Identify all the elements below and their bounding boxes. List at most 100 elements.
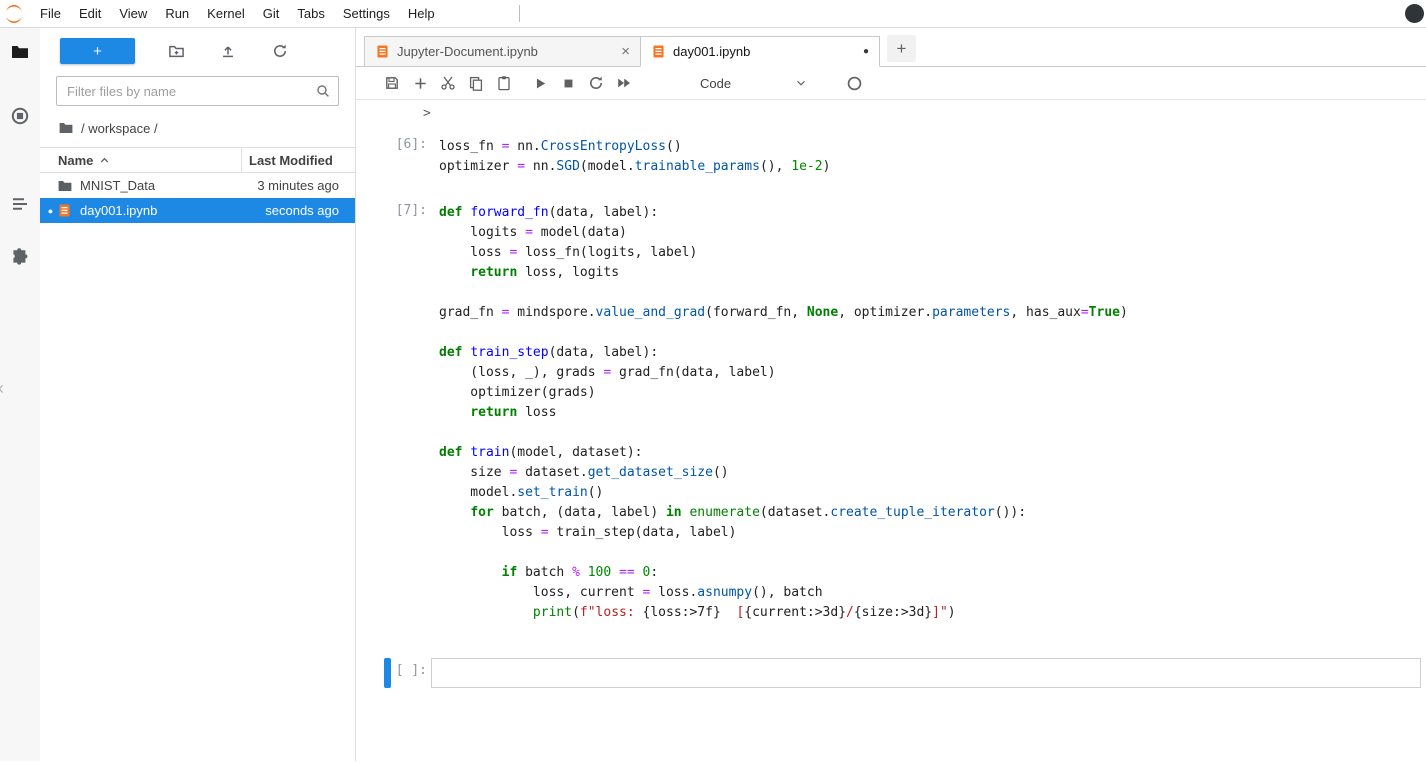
save-button[interactable] [378, 69, 406, 97]
chevron-down-icon [794, 76, 808, 90]
folder-icon [10, 42, 30, 64]
code-line: model.set_train() [439, 483, 1413, 503]
notebook-cell-0[interactable]: [6]:loss_fn = nn.CrossEntropyLoss()optim… [356, 132, 1426, 182]
user-avatar[interactable] [1405, 4, 1424, 23]
file-filter [56, 76, 339, 106]
list-icon [10, 194, 30, 216]
breadcrumb-path[interactable]: / workspace / [81, 121, 158, 136]
column-name-label: Name [58, 153, 93, 168]
code-line [439, 663, 1413, 683]
interrupt-kernel-button[interactable] [554, 69, 582, 97]
menu-run[interactable]: Run [156, 0, 198, 27]
search-icon [315, 83, 331, 99]
main-menu: FileEditViewRunKernelGitTabsSettingsHelp [31, 0, 444, 27]
refresh-button[interactable] [269, 40, 291, 62]
notebook-toolbar: Code [356, 67, 1426, 100]
sidebar-tab-extension-manager[interactable] [0, 246, 40, 268]
tab-label: Jupyter-Document.ipynb [397, 44, 614, 59]
code-line: return loss [439, 403, 1413, 423]
code-line: if batch % 100 == 0: [439, 563, 1413, 583]
folder-icon [58, 120, 74, 136]
save-icon [384, 75, 400, 91]
menu-file[interactable]: File [31, 0, 70, 27]
file-row-day001-ipynb[interactable]: ●day001.ipynbseconds ago [40, 198, 355, 223]
new-folder-icon [168, 43, 185, 60]
cell-editor[interactable]: loss_fn = nn.CrossEntropyLoss()optimizer… [431, 132, 1421, 182]
restart-kernel-button[interactable] [582, 69, 610, 97]
close-icon[interactable]: × [621, 44, 630, 59]
notebook-icon [651, 44, 666, 59]
code-line: def train(model, dataset): [439, 443, 1413, 463]
cell-prompt: [7]: [391, 198, 431, 628]
fast-forward-icon [616, 75, 632, 91]
paste-cells-button[interactable] [490, 69, 518, 97]
cell-collapser[interactable] [384, 658, 391, 688]
insert-cell-button[interactable] [406, 69, 434, 97]
cell-prompt: [ ]: [391, 658, 431, 688]
cut-cells-button[interactable] [434, 69, 462, 97]
sidebar-collapse-icon[interactable]: ‹ [0, 378, 4, 399]
code-line [439, 423, 1413, 443]
new-tab-button[interactable]: + [887, 35, 916, 62]
sort-ascending-icon [99, 155, 110, 166]
scissors-icon [440, 75, 456, 91]
code-line: loss = loss_fn(logits, label) [439, 243, 1413, 263]
run-cell-button[interactable] [526, 69, 554, 97]
upload-icon [220, 43, 236, 59]
menu-view[interactable]: View [110, 0, 156, 27]
file-modified: seconds ago [265, 203, 355, 218]
collapsed-cell-marker[interactable]: > [423, 106, 431, 121]
notebook-cell-2[interactable]: [ ]: [356, 658, 1426, 688]
file-browser-panel: + [40, 28, 356, 761]
folder-icon [57, 178, 74, 194]
notebook-cell-1[interactable]: [7]:def forward_fn(data, label): logits … [356, 198, 1426, 628]
main-dock: Jupyter-Document.ipynb × day001.ipynb ● + [356, 28, 1426, 761]
file-list: MNIST_Data3 minutes ago●day001.ipynbseco… [40, 173, 355, 223]
new-launcher-button[interactable]: + [60, 38, 135, 64]
menu-settings[interactable]: Settings [334, 0, 399, 27]
stop-circle-icon [10, 106, 30, 128]
sidebar-tab-file-browser[interactable] [0, 42, 40, 64]
new-folder-button[interactable] [165, 40, 187, 62]
code-line: size = dataset.get_dataset_size() [439, 463, 1413, 483]
unsaved-dot-icon: ● [863, 47, 869, 57]
sidebar-tab-running-sessions[interactable] [0, 106, 40, 128]
notebook-icon [375, 44, 390, 59]
column-header-last-modified[interactable]: Last Modified [241, 148, 355, 172]
restart-icon [588, 75, 604, 91]
menu-tabs[interactable]: Tabs [288, 0, 333, 27]
copy-icon [468, 75, 484, 91]
kernel-status-icon[interactable] [846, 75, 863, 92]
cell-collapser[interactable] [384, 198, 391, 628]
filter-files-input[interactable] [56, 76, 339, 106]
copy-cells-button[interactable] [462, 69, 490, 97]
code-line: print(f"loss: {loss:>7f} [{current:>3d}/… [439, 603, 1413, 623]
menu-divider [519, 5, 520, 22]
cell-collapser[interactable] [384, 132, 391, 182]
code-line: loss, current = loss.asnumpy(), batch [439, 583, 1413, 603]
tab-bar: Jupyter-Document.ipynb × day001.ipynb ● + [356, 28, 1426, 67]
unsaved-dot-icon: ● [44, 206, 57, 216]
restart-run-all-button[interactable] [610, 69, 638, 97]
tab-label: day001.ipynb [673, 44, 856, 59]
cell-type-dropdown[interactable]: Code [700, 76, 808, 91]
code-line: optimizer(grads) [439, 383, 1413, 403]
column-header-name[interactable]: Name [40, 148, 241, 172]
tab-jupyter-document-ipynb[interactable]: Jupyter-Document.ipynb × [364, 36, 641, 67]
cell-editor[interactable]: def forward_fn(data, label): logits = mo… [431, 198, 1421, 628]
cell-editor[interactable] [431, 658, 1421, 688]
file-row-mnist-data[interactable]: MNIST_Data3 minutes ago [40, 173, 355, 198]
menu-git[interactable]: Git [254, 0, 289, 27]
play-icon [533, 76, 548, 91]
menu-bar: FileEditViewRunKernelGitTabsSettingsHelp [0, 0, 1426, 28]
tab-day001-ipynb[interactable]: day001.ipynb ● [640, 36, 880, 67]
cell-type-value: Code [700, 76, 731, 91]
menu-edit[interactable]: Edit [70, 0, 110, 27]
code-line: logits = model(data) [439, 223, 1413, 243]
upload-button[interactable] [217, 40, 239, 62]
code-line: return loss, logits [439, 263, 1413, 283]
sidebar-tab-table-of-contents[interactable] [0, 194, 40, 216]
code-line: loss_fn = nn.CrossEntropyLoss() [439, 137, 1413, 157]
menu-help[interactable]: Help [399, 0, 444, 27]
menu-kernel[interactable]: Kernel [198, 0, 254, 27]
